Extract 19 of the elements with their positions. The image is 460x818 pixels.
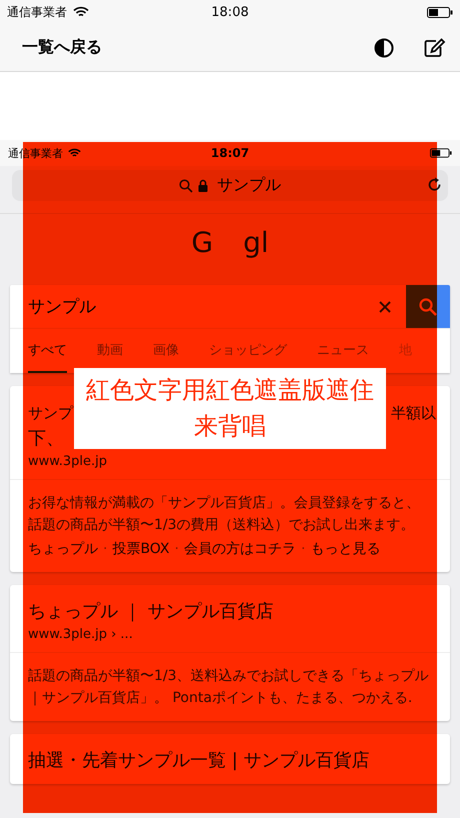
- address-text: サンプル: [217, 175, 281, 196]
- separator-dot: ·: [103, 540, 108, 559]
- wifi-icon: [73, 6, 89, 18]
- edit-icon[interactable]: [424, 38, 446, 58]
- result-snippet: お得な情報が満載の「サンプル百貨店」。会員登録をすると、話題の商品が半額〜1/3の費用（送料込）でお試し出来ます。: [28, 494, 421, 535]
- mask-label: 紅色文字用紅色遮盖版遮住来背唱: [74, 368, 386, 449]
- separator-dot: ·: [300, 540, 306, 559]
- contrast-icon[interactable]: [374, 38, 394, 58]
- result-snippet: 話題の商品が半額〜1/3、送料込みでお試しできる「ちょっプル｜サンプル百貨店」。 Pontaポイントも、たまる、つかえる.: [28, 667, 430, 708]
- result-url: www.3ple.jp › ...: [28, 627, 133, 642]
- battery-icon: [427, 6, 453, 18]
- separator-dot: ·: [174, 540, 179, 559]
- status-time: 18:07: [210, 146, 250, 160]
- result-url: www.3ple.jp: [28, 454, 107, 469]
- status-time: 18:08: [210, 4, 250, 20]
- back-button[interactable]: 一覧へ戻る: [22, 37, 102, 58]
- carrier-name: 通信事業者: [7, 4, 67, 20]
- result-title[interactable]: 抽選・先着サンプル一覧 | サンプル百貨店: [28, 748, 370, 774]
- result-title[interactable]: ちょっプル ｜ サンプル百貨店: [28, 599, 274, 625]
